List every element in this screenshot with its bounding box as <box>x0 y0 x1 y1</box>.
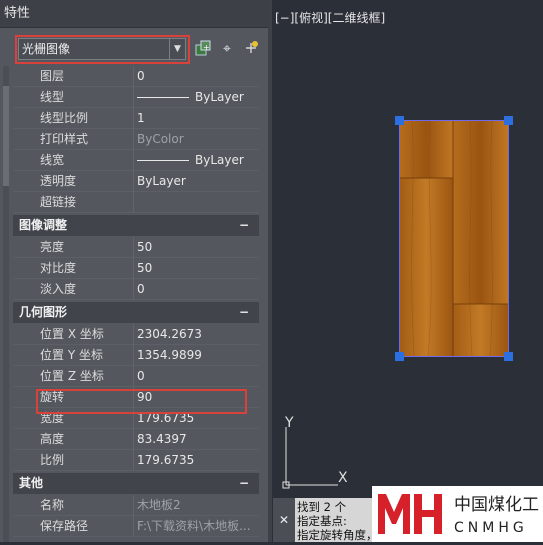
palette-scrollbar[interactable] <box>3 66 9 542</box>
scrollbar-thumb[interactable] <box>3 86 9 186</box>
property-row-contrast[interactable]: 对比度 50 <box>13 258 259 279</box>
watermark-cn-text: 中国煤化工 <box>454 495 539 515</box>
property-row-layer[interactable]: 图层 0 <box>13 66 259 87</box>
section-misc[interactable]: 其他 − <box>13 473 259 494</box>
property-row-transparency[interactable]: 透明度 ByLayer <box>13 171 259 192</box>
property-row-name[interactable]: 名称 木地板2 <box>13 495 259 516</box>
property-row-position-y[interactable]: 位置 Y 坐标 1354.9899 <box>13 345 259 366</box>
grip-top-right[interactable] <box>504 116 513 125</box>
toggle-pickadd-icon[interactable] <box>242 40 260 58</box>
highlight-box-type <box>15 35 190 64</box>
property-row-position-x[interactable]: 位置 X 坐标 2304.2673 <box>13 324 259 345</box>
svg-text:+: + <box>203 43 210 52</box>
palette-title: 特性 <box>0 0 268 28</box>
grip-bottom-right[interactable] <box>504 352 513 361</box>
grip-top-left[interactable] <box>395 116 404 125</box>
viewport-controls[interactable]: [−][俯视][二维线框] <box>275 9 385 26</box>
property-row-hyperlink[interactable]: 超链接 <box>13 192 259 213</box>
property-grid: 图层 0 线型 ByLayer 线型比例 1 打印样式 ByColor 线宽 ByLaye… <box>13 66 259 537</box>
property-row-linetype-scale[interactable]: 线型比例 1 <box>13 108 259 129</box>
quick-select-icon[interactable]: + <box>194 40 212 58</box>
collapse-icon[interactable]: − <box>239 302 249 323</box>
property-row-position-z[interactable]: 位置 Z 坐标 0 <box>13 366 259 387</box>
section-geometry[interactable]: 几何图形 − <box>13 302 259 323</box>
collapse-icon[interactable]: − <box>239 473 249 494</box>
linetype-sample <box>137 97 189 98</box>
watermark-en-text: CNMHG <box>454 520 528 536</box>
section-image-adjust[interactable]: 图像调整 − <box>13 215 259 236</box>
property-row-linetype[interactable]: 线型 ByLayer <box>13 87 259 108</box>
grip-bottom-left[interactable] <box>395 352 404 361</box>
property-row-fade[interactable]: 淡入度 0 <box>13 279 259 300</box>
property-row-brightness[interactable]: 亮度 50 <box>13 237 259 258</box>
ucs-icon: Y X <box>280 415 360 495</box>
highlight-box-rotation <box>36 389 247 414</box>
property-row-scale[interactable]: 比例 179.6735 <box>13 450 259 471</box>
properties-palette: 特性 光栅图像 ▼ + ⌖ 图层 0 线型 ByLayer 线型比例 1 打印样式 By… <box>0 0 268 542</box>
palette-splitter[interactable] <box>268 0 272 542</box>
close-icon[interactable]: ✕ <box>273 498 295 542</box>
property-row-plot-style[interactable]: 打印样式 ByColor <box>13 129 259 150</box>
property-row-lineweight[interactable]: 线宽 ByLayer <box>13 150 259 171</box>
raster-image-object[interactable] <box>399 120 509 357</box>
collapse-icon[interactable]: − <box>239 215 249 236</box>
property-row-height[interactable]: 高度 83.4397 <box>13 429 259 450</box>
ucs-y-label: Y <box>284 415 294 431</box>
wood-floor-image <box>400 120 508 357</box>
select-objects-icon[interactable]: ⌖ <box>218 40 236 58</box>
lineweight-sample <box>137 160 189 161</box>
property-row-saved-path[interactable]: 保存路径 F:\下载资料\木地板... <box>13 516 259 537</box>
watermark-logo: 中国煤化工 CNMHG <box>372 486 543 542</box>
ucs-x-label: X <box>338 470 348 486</box>
